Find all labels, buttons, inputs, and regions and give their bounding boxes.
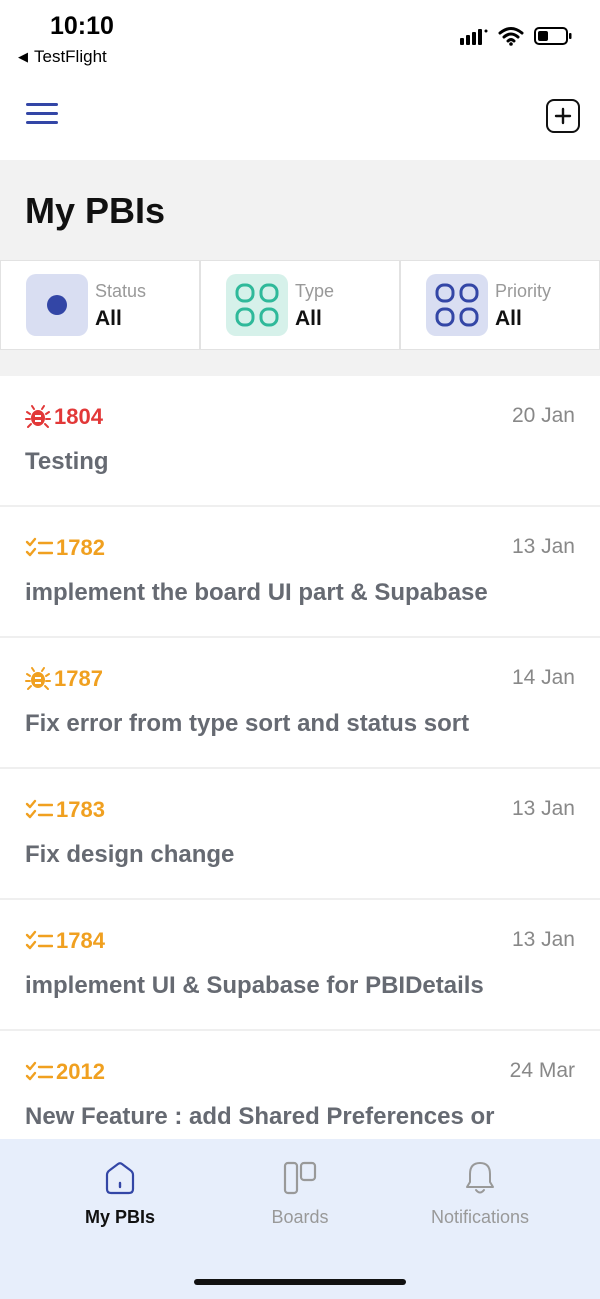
filter-type[interactable]: Type All bbox=[200, 260, 400, 350]
pbi-id: 1787 bbox=[25, 666, 103, 692]
pbi-title: Fix design change bbox=[25, 841, 235, 868]
tab-my-pbis[interactable]: My PBIs bbox=[20, 1139, 220, 1239]
boards-icon bbox=[283, 1161, 317, 1195]
back-to-app-link[interactable]: ◀ TestFlight bbox=[18, 47, 107, 67]
tab-label: My PBIs bbox=[84, 1207, 156, 1227]
filter-value: All bbox=[95, 307, 122, 330]
page-title: My PBIs bbox=[25, 190, 166, 231]
list-item[interactable]: 1804 20 Jan Testing bbox=[0, 376, 600, 507]
pbi-id: 2012 bbox=[25, 1059, 105, 1085]
filter-label: Priority bbox=[495, 281, 552, 301]
pbi-date: 20 Jan bbox=[511, 404, 575, 427]
tab-label: Boards bbox=[271, 1207, 329, 1227]
filter-label: Type bbox=[295, 281, 335, 301]
list-item[interactable]: 1784 13 Jan implement UI & Supabase for … bbox=[0, 900, 600, 1031]
bug-icon bbox=[25, 667, 51, 690]
pbi-number: 1787 bbox=[54, 666, 103, 691]
filter-value: All bbox=[495, 307, 522, 330]
wifi-icon bbox=[498, 27, 524, 46]
bell-icon bbox=[466, 1162, 494, 1194]
add-square-icon[interactable] bbox=[546, 99, 580, 133]
task-list-icon bbox=[25, 537, 53, 557]
pbi-id: 1783 bbox=[25, 797, 105, 823]
filter-bar: Status All Type All Priority All bbox=[0, 260, 600, 350]
status-bar: 10:10 ◀ TestFlight bbox=[0, 0, 600, 80]
bug-icon bbox=[25, 405, 51, 428]
task-list-icon bbox=[25, 930, 53, 950]
home-icon bbox=[105, 1162, 135, 1195]
home-indicator[interactable] bbox=[194, 1279, 406, 1285]
pbi-date: 13 Jan bbox=[511, 535, 575, 558]
filter-label: Status bbox=[95, 281, 147, 301]
pbi-id: 1782 bbox=[25, 535, 105, 561]
tab-notifications[interactable]: Notifications bbox=[380, 1139, 580, 1239]
pbi-number: 2012 bbox=[56, 1059, 105, 1084]
pbi-number: 1782 bbox=[56, 535, 105, 560]
filter-status[interactable]: Status All bbox=[0, 260, 200, 350]
pbi-id: 1804 bbox=[25, 404, 103, 430]
priority-filter-icon bbox=[426, 274, 488, 336]
hamburger-menu-icon[interactable] bbox=[26, 103, 60, 129]
filter-priority[interactable]: Priority All bbox=[400, 260, 600, 350]
app-header bbox=[0, 80, 600, 160]
battery-icon bbox=[534, 27, 572, 45]
list-item[interactable]: 1782 13 Jan implement the board UI part … bbox=[0, 507, 600, 638]
pbi-title: Fix error from type sort and status sort bbox=[25, 710, 470, 737]
task-list-icon bbox=[25, 1061, 53, 1081]
plus-icon bbox=[554, 107, 572, 125]
tab-label: Notifications bbox=[430, 1207, 530, 1227]
pbi-date: 14 Jan bbox=[511, 666, 575, 689]
pbi-date: 13 Jan bbox=[511, 928, 575, 951]
pbi-number: 1783 bbox=[56, 797, 105, 822]
grid-icon bbox=[435, 283, 479, 327]
signal-icon bbox=[460, 29, 488, 45]
grid-icon bbox=[235, 283, 279, 327]
task-list-icon bbox=[25, 799, 53, 819]
pbi-title: Testing bbox=[25, 448, 109, 475]
list-item[interactable]: 1783 13 Jan Fix design change bbox=[0, 769, 600, 900]
status-filter-icon bbox=[26, 274, 88, 336]
pbi-title: implement UI & Supabase for PBIDetails bbox=[25, 972, 484, 999]
pbi-number: 1804 bbox=[54, 404, 103, 429]
pbi-title: implement the board UI part & Supabase bbox=[25, 579, 488, 606]
pbi-title: New Feature : add Shared Preferences or bbox=[25, 1103, 495, 1130]
status-time: 10:10 bbox=[50, 12, 114, 40]
dot-icon bbox=[47, 295, 67, 315]
type-filter-icon bbox=[226, 274, 288, 336]
bottom-tab-bar: My PBIs Boards Notifications bbox=[0, 1139, 600, 1299]
tab-boards[interactable]: Boards bbox=[200, 1139, 400, 1239]
pbi-number: 1784 bbox=[56, 928, 105, 953]
back-app-label: TestFlight bbox=[34, 47, 107, 66]
back-arrow-icon: ◀ bbox=[18, 49, 28, 64]
pbi-date: 24 Mar bbox=[509, 1059, 575, 1082]
list-item[interactable]: 1787 14 Jan Fix error from type sort and… bbox=[0, 638, 600, 769]
pbi-list: 1804 20 Jan Testing 1782 13 Jan implemen… bbox=[0, 376, 600, 1162]
pbi-date: 13 Jan bbox=[511, 797, 575, 820]
pbi-id: 1784 bbox=[25, 928, 105, 954]
status-icons bbox=[460, 26, 572, 46]
filter-value: All bbox=[295, 307, 322, 330]
